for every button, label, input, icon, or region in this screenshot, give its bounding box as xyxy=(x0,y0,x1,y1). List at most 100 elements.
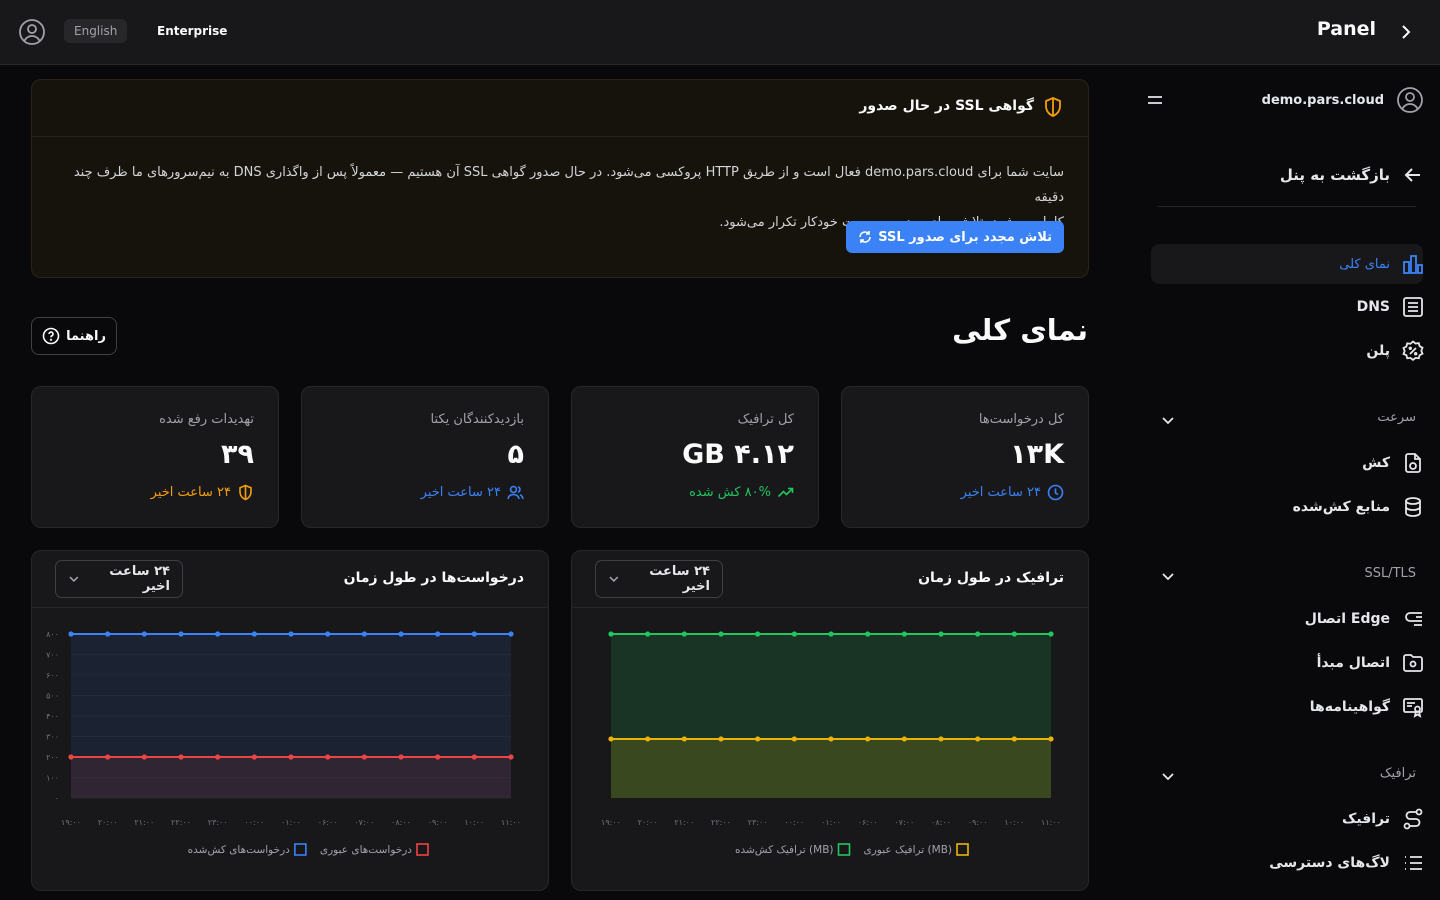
badge-percent-icon xyxy=(1402,340,1424,362)
stat-label: تهدیدات رفع شده xyxy=(159,412,254,427)
plan-badge[interactable]: Enterprise xyxy=(148,19,236,43)
y-tick-label: ۰ xyxy=(55,794,59,803)
language-button[interactable]: English xyxy=(64,19,128,43)
stat-value: ۵ xyxy=(507,439,524,470)
data-point xyxy=(755,736,761,742)
edge-icon xyxy=(1405,612,1422,626)
y-tick-label: ۴۰۰ xyxy=(46,712,59,721)
chevron-down-icon[interactable] xyxy=(1160,568,1176,584)
back-label: بازگشت به پنل xyxy=(1279,166,1390,184)
sidebar-domain[interactable]: demo.pars.cloud xyxy=(1262,80,1424,120)
help-button[interactable]: راهنما xyxy=(31,317,117,355)
data-point xyxy=(901,631,907,637)
sidebar-item-label: اتصال Edge xyxy=(1304,611,1390,627)
sidebar-item-overview[interactable]: نمای کلی xyxy=(1339,244,1424,284)
data-point xyxy=(938,631,944,637)
data-point xyxy=(68,754,74,760)
sidebar-item-cache[interactable]: کش xyxy=(1362,443,1424,483)
data-point xyxy=(718,631,724,637)
time-range-select[interactable]: ۲۴ ساعت اخیر xyxy=(595,560,723,598)
data-point xyxy=(1048,631,1054,637)
y-tick-label: ۱۰۰ xyxy=(46,774,59,783)
trending-up-icon xyxy=(777,487,794,498)
data-point xyxy=(471,754,477,760)
user-circle-icon[interactable] xyxy=(18,18,46,46)
legend-item: ترافیک کش‌شده (MB) xyxy=(735,843,851,856)
legend-label: درخواست‌های کش‌شده xyxy=(188,844,290,856)
sidebar-item-plan[interactable]: پلن xyxy=(1366,331,1424,371)
sidebar-item-cached-resources[interactable]: منابع کش‌شده xyxy=(1293,487,1424,527)
stat-subtext: ۲۴ ساعت اخیر xyxy=(151,484,254,501)
data-point xyxy=(215,754,221,760)
time-range-select[interactable]: ۲۴ ساعت اخیر xyxy=(55,560,183,598)
legend-label: درخواست‌های عبوری xyxy=(320,844,412,856)
legend-item: درخواست‌های عبوری xyxy=(320,843,429,856)
stat-unique-visitors: بازدیدکنندگان یکتا ۵ ۲۴ ساعت اخیر xyxy=(301,386,549,528)
sidebar-item-access-logs[interactable]: لاگ‌های دسترسی xyxy=(1269,843,1424,883)
data-point xyxy=(508,754,514,760)
traffic-line-chart: ۱۹:۰۰ ۲۰:۰۰ ۲۱:۰۰ ۲۲:۰۰ ۲۳:۰۰ ۰۰:۰۰ ۰۱:۰۰ ۰۶:۰۰… xyxy=(601,631,1061,856)
data-point xyxy=(325,754,331,760)
data-point xyxy=(178,754,184,760)
sidebar-item-dns[interactable]: DNS xyxy=(1357,287,1424,327)
x-tick-label: ۲۳:۰۰ xyxy=(748,818,768,827)
data-point xyxy=(105,754,111,760)
legend-item: درخواست‌های کش‌شده xyxy=(188,843,307,856)
section-traffic-title: ترافیک xyxy=(1379,766,1416,781)
menu-icon[interactable] xyxy=(1146,91,1164,109)
sidebar-item-certificates[interactable]: گواهینامه‌ها xyxy=(1310,687,1424,727)
ssl-alert-line: سایت شما برای demo.pars.cloud فعال است و… xyxy=(73,165,1064,205)
retry-ssl-button[interactable]: تلاش مجدد برای صدور SSL xyxy=(846,221,1064,253)
data-point xyxy=(681,736,687,742)
chart-title: ترافیک در طول زمان xyxy=(918,570,1064,586)
route-icon xyxy=(1403,808,1423,830)
chevron-down-icon[interactable] xyxy=(1160,768,1176,784)
data-point xyxy=(141,754,147,760)
stat-value: ۳۹ xyxy=(221,439,254,470)
data-point xyxy=(361,631,367,637)
data-point xyxy=(178,631,184,637)
y-tick-label: ۸۰۰ xyxy=(46,630,59,639)
data-point xyxy=(1011,631,1017,637)
stat-value: ۱۳K xyxy=(1010,439,1064,470)
sidebar-item-label: نمای کلی xyxy=(1339,256,1390,272)
folder-origin-icon xyxy=(1403,654,1423,672)
y-tick-label: ۷۰۰ xyxy=(46,651,59,660)
stat-value: ۴.۱۲ GB xyxy=(682,439,794,470)
time-range-value: ۲۴ ساعت اخیر xyxy=(109,564,170,594)
data-point xyxy=(215,631,221,637)
data-point xyxy=(645,631,651,637)
help-label: راهنما xyxy=(66,328,106,344)
chart-header: ترافیک در طول زمان ۲۴ ساعت اخیر xyxy=(572,551,1088,608)
help-circle-icon xyxy=(42,327,60,345)
legend-swatch xyxy=(294,843,307,856)
database-icon xyxy=(1405,497,1421,517)
legend-label: ترافیک کش‌شده (MB) xyxy=(735,844,834,856)
x-tick-label: ۰۱:۰۰ xyxy=(821,818,841,827)
y-tick-label: ۶۰۰ xyxy=(46,671,59,680)
data-point xyxy=(508,631,514,637)
sidebar-item-label: DNS xyxy=(1356,299,1390,315)
data-point xyxy=(938,736,944,742)
chevron-down-icon[interactable] xyxy=(1160,412,1176,428)
shield-icon xyxy=(239,484,252,501)
back-to-panel-link[interactable]: بازگشت به پنل xyxy=(1280,155,1424,195)
sidebar-item-traffic[interactable]: ترافیک xyxy=(1342,799,1424,839)
legend-swatch xyxy=(956,843,969,856)
data-point xyxy=(608,631,614,637)
x-tick-label: ۲۲:۰۰ xyxy=(171,818,191,827)
stat-subtext: ۸۰% کش شده xyxy=(689,484,794,501)
x-tick-label: ۰۶:۰۰ xyxy=(858,818,878,827)
users-icon xyxy=(507,485,524,500)
data-point xyxy=(435,631,441,637)
sidebar-item-edge[interactable]: اتصال Edge xyxy=(1305,599,1424,639)
sidebar-item-origin[interactable]: اتصال مبدأ xyxy=(1317,643,1424,683)
data-point xyxy=(435,754,441,760)
data-point xyxy=(1048,736,1054,742)
data-point xyxy=(398,754,404,760)
page-title: نمای کلی xyxy=(952,313,1088,347)
stat-subtext-label: ۲۴ ساعت اخیر xyxy=(960,485,1041,500)
x-tick-label: ۲۳:۰۰ xyxy=(208,818,228,827)
chevron-right-icon[interactable] xyxy=(1396,22,1416,42)
data-point xyxy=(471,631,477,637)
